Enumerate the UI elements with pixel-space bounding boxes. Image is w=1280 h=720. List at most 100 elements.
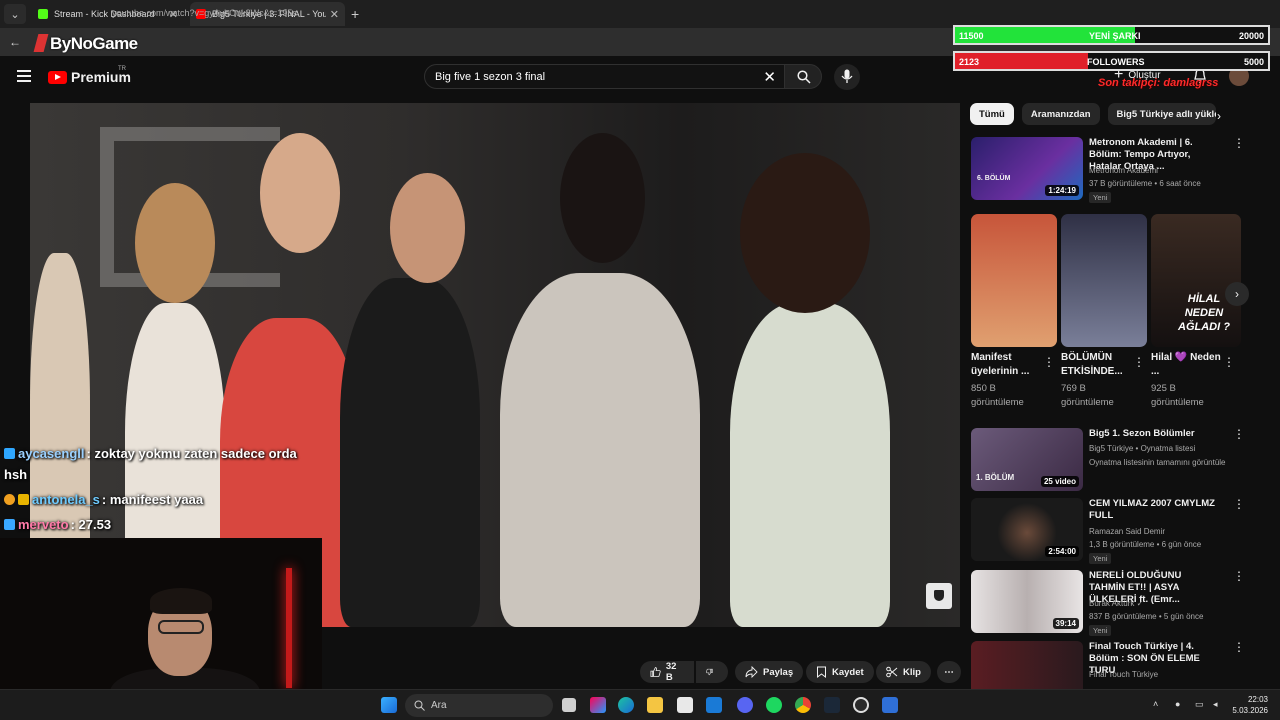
chat-text: : zoktay yokmu zaten sadece orda <box>86 446 297 461</box>
recommended-video[interactable]: 2:54:00 CEM YILMAZ 2007 CMYLMZ FULL Rama… <box>971 498 1245 564</box>
playlist-title[interactable]: Big5 1. Sezon Bölümler <box>1089 428 1219 440</box>
clear-search-icon[interactable]: ✕ <box>763 68 776 86</box>
bynogame-logo: ByNoGame <box>33 34 138 54</box>
shield-icon[interactable] <box>926 583 952 609</box>
chat-text: : manifeest yaaa <box>101 492 204 507</box>
volume-icon[interactable]: ◂ <box>1213 699 1218 710</box>
recommended-video[interactable]: 39:14 NERELİ OLDUĞUNU TAHMİN ET!! | ASYA… <box>971 570 1245 636</box>
edge-icon[interactable] <box>618 697 634 713</box>
short-thumbnail[interactable]: HİLAL NEDEN AĞLADI ? <box>1151 214 1241 347</box>
video-thumbnail[interactable]: 39:14 <box>971 570 1083 633</box>
person-head <box>135 183 215 303</box>
close-tab-icon[interactable]: ✕ <box>330 8 339 21</box>
recommended-video[interactable]: 6. BÖLÜM 1:24:19 Metronom Akademi | 6. B… <box>971 137 1245 207</box>
red-light <box>286 568 292 688</box>
more-actions-button[interactable]: ⋯ <box>937 661 961 683</box>
chat-message: merveto: 27.53 <box>4 517 111 532</box>
playlist-thumbnail[interactable]: 1. BÖLÜM 25 video <box>971 428 1083 491</box>
channel-name[interactable]: Final Touch Türkiye <box>1089 670 1158 679</box>
taskbar-clock[interactable]: 22:03 5.03.2026 <box>1232 694 1268 716</box>
store-icon[interactable] <box>677 697 693 713</box>
video-thumbnail[interactable]: 6. BÖLÜM 1:24:19 <box>971 137 1083 200</box>
short-thumbnail[interactable] <box>1061 214 1147 347</box>
recommended-playlist[interactable]: 1. BÖLÜM 25 video Big5 1. Sezon Bölümler… <box>971 428 1245 492</box>
voice-search-button[interactable] <box>834 64 860 90</box>
microphone-tray-icon[interactable]: ● <box>1175 699 1180 709</box>
song-goal-counter: 11500 YENİ ŞARKI 20000 <box>953 25 1270 45</box>
song-label: YENİ ŞARKI <box>1089 31 1141 41</box>
channel-name[interactable]: Metronom Akademi <box>1089 166 1158 175</box>
new-badge: Yeni <box>1089 192 1112 203</box>
song-current: 11500 <box>959 31 984 41</box>
streamer-glasses <box>158 620 204 634</box>
bookmark-icon <box>817 666 826 678</box>
chip-all[interactable]: Tümü <box>970 103 1014 125</box>
taskbar-search-input[interactable]: Ara <box>405 694 553 717</box>
steam-icon[interactable] <box>824 697 840 713</box>
person-head <box>740 153 870 313</box>
video-title[interactable]: CEM YILMAZ 2007 CMYLMZ FULL <box>1089 498 1219 522</box>
person-head <box>560 133 645 263</box>
recommended-video[interactable]: Final Touch Türkiye | 4. Bölüm : SON ÖN … <box>971 641 1241 689</box>
shorts-next-button[interactable]: › <box>1225 282 1249 306</box>
more-options-icon[interactable]: ⋮ <box>1233 641 1241 653</box>
obs-icon[interactable] <box>853 697 869 713</box>
scissors-icon <box>886 666 898 678</box>
clock-date: 5.03.2026 <box>1232 706 1268 715</box>
more-options-icon[interactable]: ⋮ <box>1233 137 1245 149</box>
share-button[interactable]: Paylaş <box>735 661 804 683</box>
video-thumbnail[interactable] <box>971 641 1083 689</box>
channel-name[interactable]: Burak Aktürk ✓ <box>1089 599 1143 608</box>
thumbnail-text: 6. BÖLÜM <box>977 175 1011 182</box>
menu-icon[interactable] <box>17 70 31 82</box>
url-field[interactable]: youtube.com/watch?v=gyAyhOok8Wc&t=195s <box>112 8 297 18</box>
chat-badge-icon <box>4 494 15 505</box>
tray-chevron-icon[interactable]: ˄ <box>1153 699 1158 709</box>
search-input[interactable]: Big five 1 sezon 3 final ✕ <box>424 64 785 89</box>
kick-favicon-icon <box>38 9 48 19</box>
video-thumbnail[interactable]: 2:54:00 <box>971 498 1083 561</box>
short-thumbnail[interactable] <box>971 214 1057 347</box>
channel-name[interactable]: Big5 Türkiye • Oynatma listesi <box>1089 444 1195 453</box>
more-options-icon[interactable]: ⋮ <box>1223 356 1235 368</box>
copilot-icon[interactable] <box>590 697 606 713</box>
save-label: Kaydet <box>832 666 864 678</box>
chrome-icon[interactable] <box>795 697 811 713</box>
thumbs-down-icon <box>706 668 713 676</box>
video-meta: 837 B görüntüleme • 5 gün önce <box>1089 612 1204 621</box>
channel-name[interactable]: Ramazan Said Demir <box>1089 527 1165 536</box>
dislike-button[interactable] <box>696 661 728 683</box>
save-button[interactable]: Kaydet <box>806 661 874 683</box>
spotify-icon[interactable] <box>766 697 782 713</box>
discord-icon[interactable] <box>737 697 753 713</box>
file-explorer-icon[interactable] <box>647 697 663 713</box>
view-full-playlist-link[interactable]: Oynatma listesinin tamamını görüntüle <box>1089 458 1226 467</box>
app-icon[interactable] <box>882 697 898 713</box>
mail-icon[interactable] <box>706 697 722 713</box>
windows-start-icon[interactable] <box>381 697 397 713</box>
task-view-icon[interactable] <box>562 698 576 712</box>
chip-uploader[interactable]: Big5 Türkiye adlı yükley <box>1107 103 1216 125</box>
more-options-icon[interactable]: ⋮ <box>1043 356 1055 368</box>
short-title[interactable]: Hilal 💜 Neden ... <box>1151 351 1221 379</box>
chevron-right-icon[interactable]: › <box>1217 109 1221 123</box>
network-icon[interactable]: ▭ <box>1195 699 1204 710</box>
followers-current: 2123 <box>959 57 980 67</box>
short-title[interactable]: Manifest üyelerinin ... <box>971 351 1041 379</box>
tab-list-button[interactable]: ⌄ <box>4 4 26 24</box>
youtube-logo[interactable]: Premium TR <box>48 66 131 85</box>
short-title[interactable]: BÖLÜMÜN ETKİSİNDE... <box>1061 351 1131 379</box>
person-figure <box>340 278 480 627</box>
chip-from-search[interactable]: Aramanızdan <box>1021 103 1100 125</box>
like-button[interactable]: 32 B <box>640 661 694 683</box>
more-options-icon[interactable]: ⋮ <box>1233 428 1245 440</box>
new-tab-button[interactable]: + <box>351 6 359 22</box>
more-options-icon[interactable]: ⋮ <box>1233 570 1245 582</box>
clip-button[interactable]: Klip <box>876 661 931 683</box>
short-views-label: görüntüleme <box>1151 397 1204 408</box>
person-figure <box>500 273 700 627</box>
more-options-icon[interactable]: ⋮ <box>1133 356 1145 368</box>
more-options-icon[interactable]: ⋮ <box>1233 498 1245 510</box>
back-arrow-icon[interactable]: ← <box>9 35 21 49</box>
search-button[interactable] <box>784 64 822 89</box>
